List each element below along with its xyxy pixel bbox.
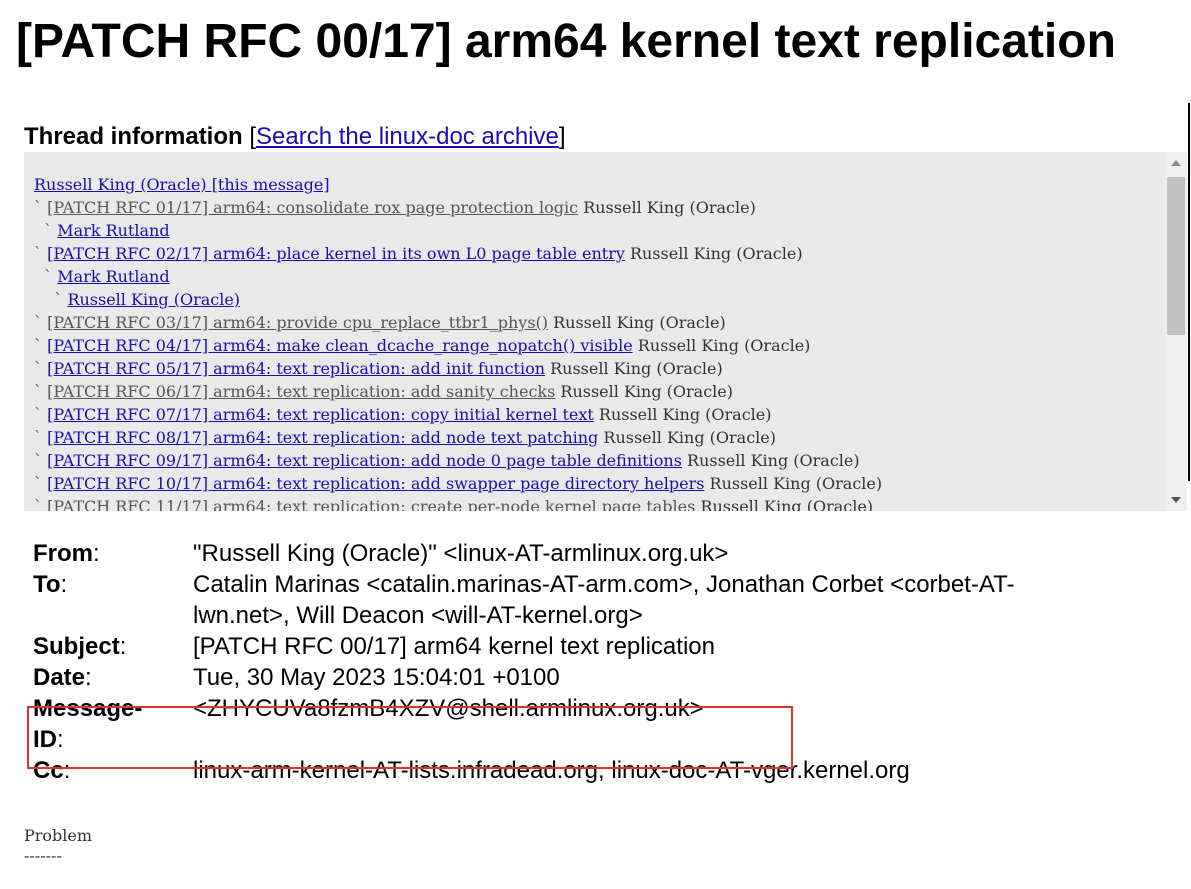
thread-entry: ` [PATCH RFC 06/17] arm64: text replicat… <box>34 380 1157 403</box>
thread-indent-marker: ` <box>34 474 48 493</box>
thread-indent-marker: ` <box>34 405 48 424</box>
to-value: Catalin Marinas <catalin.marinas-AT-arm.… <box>193 571 1015 629</box>
thread-entry-author: Russell King (Oracle) <box>560 382 734 401</box>
thread-entry: ` [PATCH RFC 03/17] arm64: provide cpu_r… <box>34 311 1157 334</box>
thread-entry: ` [PATCH RFC 09/17] arm64: text replicat… <box>34 449 1157 472</box>
thread-entry-link[interactable]: [PATCH RFC 01/17] arm64: consolidate rox… <box>47 198 578 217</box>
date-value: Tue, 30 May 2023 15:04:01 +0100 <box>193 664 560 691</box>
thread-entry-link[interactable]: [PATCH RFC 06/17] arm64: text replicatio… <box>47 382 555 401</box>
thread-entry-link[interactable]: [PATCH RFC 09/17] arm64: text replicatio… <box>47 451 682 470</box>
thread-entry: ` [PATCH RFC 10/17] arm64: text replicat… <box>34 472 1157 495</box>
thread-entry-author: Russell King (Oracle) <box>550 359 723 378</box>
thread-entry: ` Russell King (Oracle) <box>34 288 1157 311</box>
thread-scrollbar[interactable] <box>1165 152 1187 511</box>
thread-entry-author: Russell King (Oracle) <box>687 451 860 470</box>
thread-indent-marker: ` <box>34 497 48 511</box>
header-from: From: "Russell King (Oracle)" <linux-AT-… <box>33 538 1093 569</box>
from-value: "Russell King (Oracle)" <linux-AT-armlin… <box>193 540 729 567</box>
thread-entry: ` [PATCH RFC 08/17] arm64: text replicat… <box>34 426 1157 449</box>
thread-indent-marker: ` <box>34 313 48 332</box>
thread-indent-marker: ` <box>34 290 68 309</box>
page-edge-divider <box>1188 103 1190 481</box>
thread-root-link[interactable]: Russell King (Oracle) [this message] <box>34 175 330 194</box>
message-id-highlight <box>27 706 793 769</box>
thread-entry-link[interactable]: [PATCH RFC 02/17] arm64: place kernel in… <box>47 244 625 263</box>
thread-entry: ` [PATCH RFC 11/17] arm64: text replicat… <box>34 495 1157 511</box>
message-body: Problem ------- <box>24 826 93 865</box>
thread-list-box[interactable]: Russell King (Oracle) [this message] ` [… <box>24 152 1187 511</box>
thread-indent-marker: ` <box>34 221 58 240</box>
thread-indent-marker: ` <box>34 428 48 447</box>
thread-header: Thread information [Search the linux-doc… <box>24 122 566 152</box>
thread-entry: ` [PATCH RFC 02/17] arm64: place kernel … <box>34 242 1157 265</box>
thread-indent-marker: ` <box>34 198 48 217</box>
thread-entry-link[interactable]: [PATCH RFC 11/17] arm64: text replicatio… <box>47 497 695 511</box>
thread-entry-link[interactable]: Mark Rutland <box>57 267 169 286</box>
thread-heading: Thread information <box>24 123 243 150</box>
thread-entry-author: Russell King (Oracle) <box>709 474 883 493</box>
scroll-up-arrow-icon[interactable] <box>1171 160 1181 166</box>
thread-indent-marker: ` <box>34 336 48 355</box>
thread-entry-author: Russell King (Oracle) <box>603 428 776 447</box>
thread-entry: ` [PATCH RFC 07/17] arm64: text replicat… <box>34 403 1157 426</box>
thread-entry-author: Russell King (Oracle) <box>700 497 874 511</box>
bracket-open: [ <box>249 123 257 150</box>
subject-value: [PATCH RFC 00/17] arm64 kernel text repl… <box>193 633 715 660</box>
thread-list: Russell King (Oracle) [this message] ` [… <box>34 173 1157 511</box>
thread-entry-author: Russell King (Oracle) <box>553 313 726 332</box>
page-title: [PATCH RFC 00/17] arm64 kernel text repl… <box>16 15 1116 68</box>
thread-entry: ` [PATCH RFC 01/17] arm64: consolidate r… <box>34 196 1157 219</box>
search-archive-link[interactable]: Search the linux-doc archive <box>256 123 559 150</box>
thread-indent-marker: ` <box>34 451 48 470</box>
thread-entry-link[interactable]: [PATCH RFC 05/17] arm64: text replicatio… <box>47 359 545 378</box>
thread-entry-author: Russell King (Oracle) <box>629 244 803 263</box>
bracket-close: ] <box>558 123 566 150</box>
thread-entry: ` [PATCH RFC 04/17] arm64: make clean_dc… <box>34 334 1157 357</box>
date-label: Date <box>33 664 86 691</box>
thread-entry-link[interactable]: [PATCH RFC 03/17] arm64: provide cpu_rep… <box>47 313 548 332</box>
thread-entry-link[interactable]: [PATCH RFC 04/17] arm64: make clean_dcac… <box>47 336 633 355</box>
from-label: From <box>33 540 93 567</box>
thread-indent-marker: ` <box>34 359 48 378</box>
thread-indent-marker: ` <box>34 382 48 401</box>
thread-entry-link[interactable]: [PATCH RFC 08/17] arm64: text replicatio… <box>47 428 598 447</box>
thread-entry-link[interactable]: [PATCH RFC 10/17] arm64: text replicatio… <box>47 474 704 493</box>
header-to: To: Catalin Marinas <catalin.marinas-AT-… <box>33 569 1093 631</box>
thread-entry-author: Russell King (Oracle) <box>583 198 756 217</box>
thread-indent-marker: ` <box>34 244 48 263</box>
to-label: To <box>33 571 61 598</box>
thread-indent-marker: ` <box>34 267 58 286</box>
thread-entry: ` Mark Rutland <box>34 265 1157 288</box>
header-subject: Subject: [PATCH RFC 00/17] arm64 kernel … <box>33 631 1093 662</box>
thread-entry: ` Mark Rutland <box>34 219 1157 242</box>
thread-entry-author: Russell King (Oracle) <box>637 336 811 355</box>
thread-entry-link[interactable]: Mark Rutland <box>57 221 169 240</box>
thread-entry-author: Russell King (Oracle) <box>598 405 772 424</box>
scrollbar-thumb[interactable] <box>1167 177 1185 335</box>
thread-entry: ` [PATCH RFC 05/17] arm64: text replicat… <box>34 357 1157 380</box>
thread-entry-link[interactable]: [PATCH RFC 07/17] arm64: text replicatio… <box>47 405 594 424</box>
subject-label: Subject <box>33 633 120 660</box>
header-date: Date: Tue, 30 May 2023 15:04:01 +0100 <box>33 662 1093 693</box>
thread-entry-link[interactable]: Russell King (Oracle) <box>67 290 240 309</box>
scroll-down-arrow-icon[interactable] <box>1171 497 1181 503</box>
